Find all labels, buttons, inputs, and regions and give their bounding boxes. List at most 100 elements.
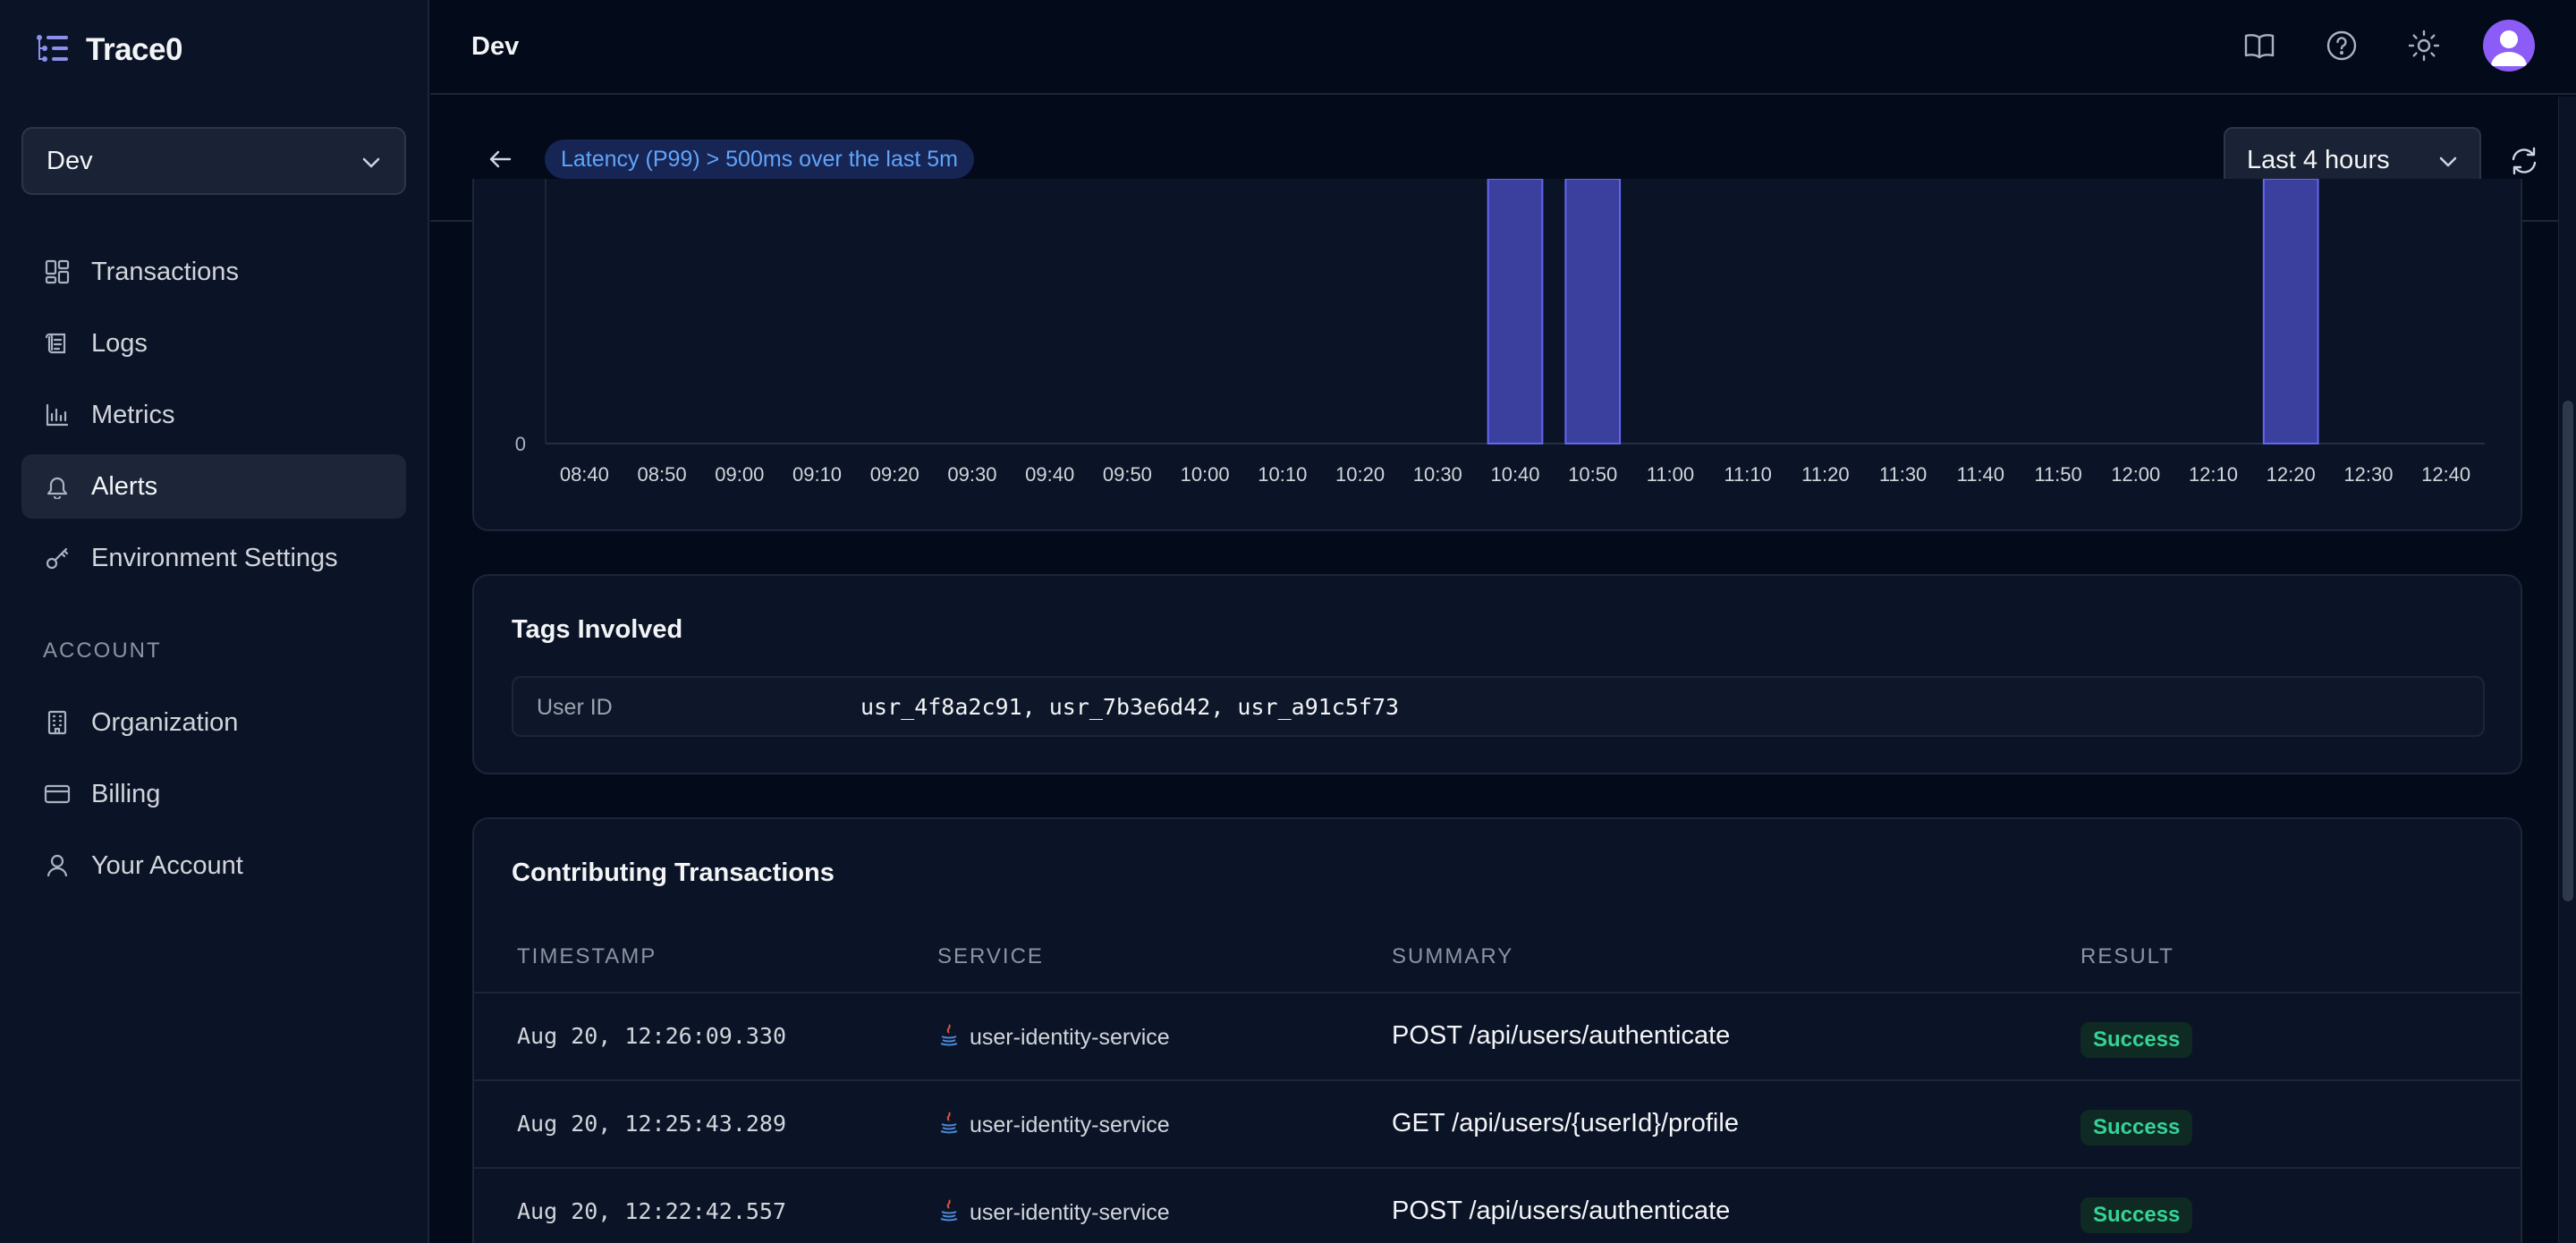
sidebar-item-environment-settings[interactable]: Environment Settings (21, 526, 406, 590)
x-tick-label: 11:20 (1801, 463, 1849, 486)
sidebar-item-label: Logs (91, 328, 148, 358)
sidebar-item-transactions[interactable]: Transactions (21, 240, 406, 304)
page-title: Dev (471, 31, 520, 61)
sidebar-item-label: Alerts (91, 471, 158, 501)
column-header-service[interactable]: SERVICE (937, 944, 1044, 969)
help-icon[interactable] (2318, 22, 2365, 69)
x-tick-label: 12:30 (2343, 463, 2393, 486)
x-tick-label: 10:20 (1335, 463, 1385, 486)
x-tick-label: 09:00 (715, 463, 764, 486)
row-timestamp: Aug 20, 12:25:43.289 (517, 1111, 787, 1137)
top-header: Dev (430, 0, 2576, 95)
chart-icon (43, 401, 72, 429)
grid-icon (43, 258, 72, 286)
x-tick-label: 09:50 (1103, 463, 1152, 486)
chart-bar[interactable] (1487, 178, 1544, 444)
alert-condition-badge: Latency (P99) > 500ms over the last 5m (545, 140, 974, 179)
scrollbar-thumb[interactable] (2563, 401, 2573, 901)
latency-chart-card: 0 08:40 08:50 09:00 09:10 09:20 09:30 09:40 09:5… (472, 178, 2522, 531)
x-tick-label: 10:10 (1258, 463, 1307, 486)
back-arrow-icon[interactable] (482, 141, 518, 177)
column-header-result[interactable]: RESULT (2080, 944, 2174, 969)
service-name: user-identity-service (970, 1200, 1170, 1225)
chart-bar[interactable] (2262, 178, 2319, 444)
avatar[interactable] (2483, 20, 2535, 72)
table-row[interactable]: Aug 20, 12:22:42.557 user-identity-servi… (474, 1169, 2521, 1243)
x-tick-label: 11:00 (1647, 463, 1694, 486)
column-header-timestamp[interactable]: TIMESTAMP (517, 944, 657, 969)
scroll-icon (43, 329, 72, 358)
java-icon (939, 1198, 959, 1228)
x-tick-label: 12:40 (2421, 463, 2470, 486)
sidebar: Trace0 Dev Transactions Logs Metrics Ale… (0, 0, 429, 1243)
contributing-transactions-card: Contributing Transactions TIMESTAMP SERV… (472, 817, 2522, 1243)
book-icon[interactable] (2236, 22, 2283, 69)
table-row[interactable]: Aug 20, 12:25:43.289 user-identity-servi… (474, 1081, 2521, 1169)
sidebar-item-your-account[interactable]: Your Account (21, 833, 406, 898)
environment-value: Dev (47, 146, 93, 175)
service-name: user-identity-service (970, 1112, 1170, 1137)
account-section-label: ACCOUNT (43, 638, 162, 663)
header-actions (2236, 20, 2535, 72)
row-service: user-identity-service (939, 1111, 1170, 1140)
status-badge: Success (2080, 1110, 2193, 1146)
sidebar-item-label: Metrics (91, 400, 175, 429)
environment-select[interactable]: Dev (21, 127, 406, 195)
sidebar-item-label: Organization (91, 707, 239, 737)
chart-bar[interactable] (1564, 178, 1622, 444)
tags-involved-card: Tags Involved User ID usr_4f8a2c91, usr_… (472, 574, 2522, 774)
x-tick-label: 10:50 (1568, 463, 1617, 486)
brand[interactable]: Trace0 (36, 30, 182, 70)
row-service: user-identity-service (939, 1198, 1170, 1228)
row-summary: GET /api/users/{userId}/profile (1392, 1109, 1739, 1137)
row-summary: POST /api/users/authenticate (1392, 1021, 1731, 1050)
chevron-down-icon (361, 147, 381, 176)
sidebar-item-alerts[interactable]: Alerts (21, 454, 406, 519)
sidebar-item-logs[interactable]: Logs (21, 311, 406, 376)
main-nav: Transactions Logs Metrics Alerts Environ… (21, 240, 406, 597)
sidebar-item-label: Transactions (91, 257, 239, 286)
x-tick-label: 11:50 (2034, 463, 2081, 486)
row-summary: POST /api/users/authenticate (1392, 1196, 1731, 1225)
x-tick-label: 10:40 (1490, 463, 1539, 486)
table-row[interactable]: Aug 20, 12:26:09.330 user-identity-servi… (474, 994, 2521, 1081)
time-range-value: Last 4 hours (2247, 145, 2390, 174)
sidebar-item-billing[interactable]: Billing (21, 762, 406, 826)
chevron-down-icon (2438, 146, 2458, 175)
bell-icon (43, 472, 72, 501)
tags-title: Tags Involved (512, 615, 683, 644)
x-tick-label: 10:00 (1181, 463, 1230, 486)
x-tick-label: 11:30 (1879, 463, 1927, 486)
x-tick-label: 08:40 (560, 463, 609, 486)
x-tick-label: 11:40 (1957, 463, 2004, 486)
list-logo-icon (36, 33, 70, 68)
y-tick-label: 0 (515, 433, 526, 455)
tag-value: usr_4f8a2c91, usr_7b3e6d42, usr_a91c5f73 (860, 694, 1400, 720)
x-tick-label: 09:40 (1025, 463, 1074, 486)
app-name: Trace0 (86, 32, 182, 67)
refresh-icon[interactable] (2506, 143, 2542, 179)
x-tick-label: 09:10 (792, 463, 842, 486)
sidebar-item-metrics[interactable]: Metrics (21, 383, 406, 447)
sidebar-item-organization[interactable]: Organization (21, 690, 406, 755)
tag-key: User ID (537, 695, 613, 720)
column-header-summary[interactable]: SUMMARY (1392, 944, 1513, 969)
key-icon (43, 544, 72, 572)
x-tick-label: 12:10 (2189, 463, 2238, 486)
java-icon (939, 1111, 959, 1140)
page-scrollbar[interactable] (2558, 97, 2576, 1243)
status-badge: Success (2080, 1197, 2193, 1233)
x-tick-label: 09:20 (870, 463, 919, 486)
sidebar-item-label: Billing (91, 779, 161, 808)
building-icon (43, 708, 72, 737)
sidebar-item-label: Your Account (91, 850, 243, 880)
status-badge: Success (2080, 1022, 2193, 1058)
java-icon (939, 1023, 959, 1053)
service-name: user-identity-service (970, 1025, 1170, 1050)
x-tick-label: 09:30 (947, 463, 996, 486)
tag-row: User ID usr_4f8a2c91, usr_7b3e6d42, usr_… (512, 676, 2485, 737)
credit-card-icon (43, 780, 72, 808)
row-timestamp: Aug 20, 12:26:09.330 (517, 1023, 787, 1049)
x-tick-label: 11:10 (1724, 463, 1771, 486)
sun-icon[interactable] (2401, 22, 2447, 69)
